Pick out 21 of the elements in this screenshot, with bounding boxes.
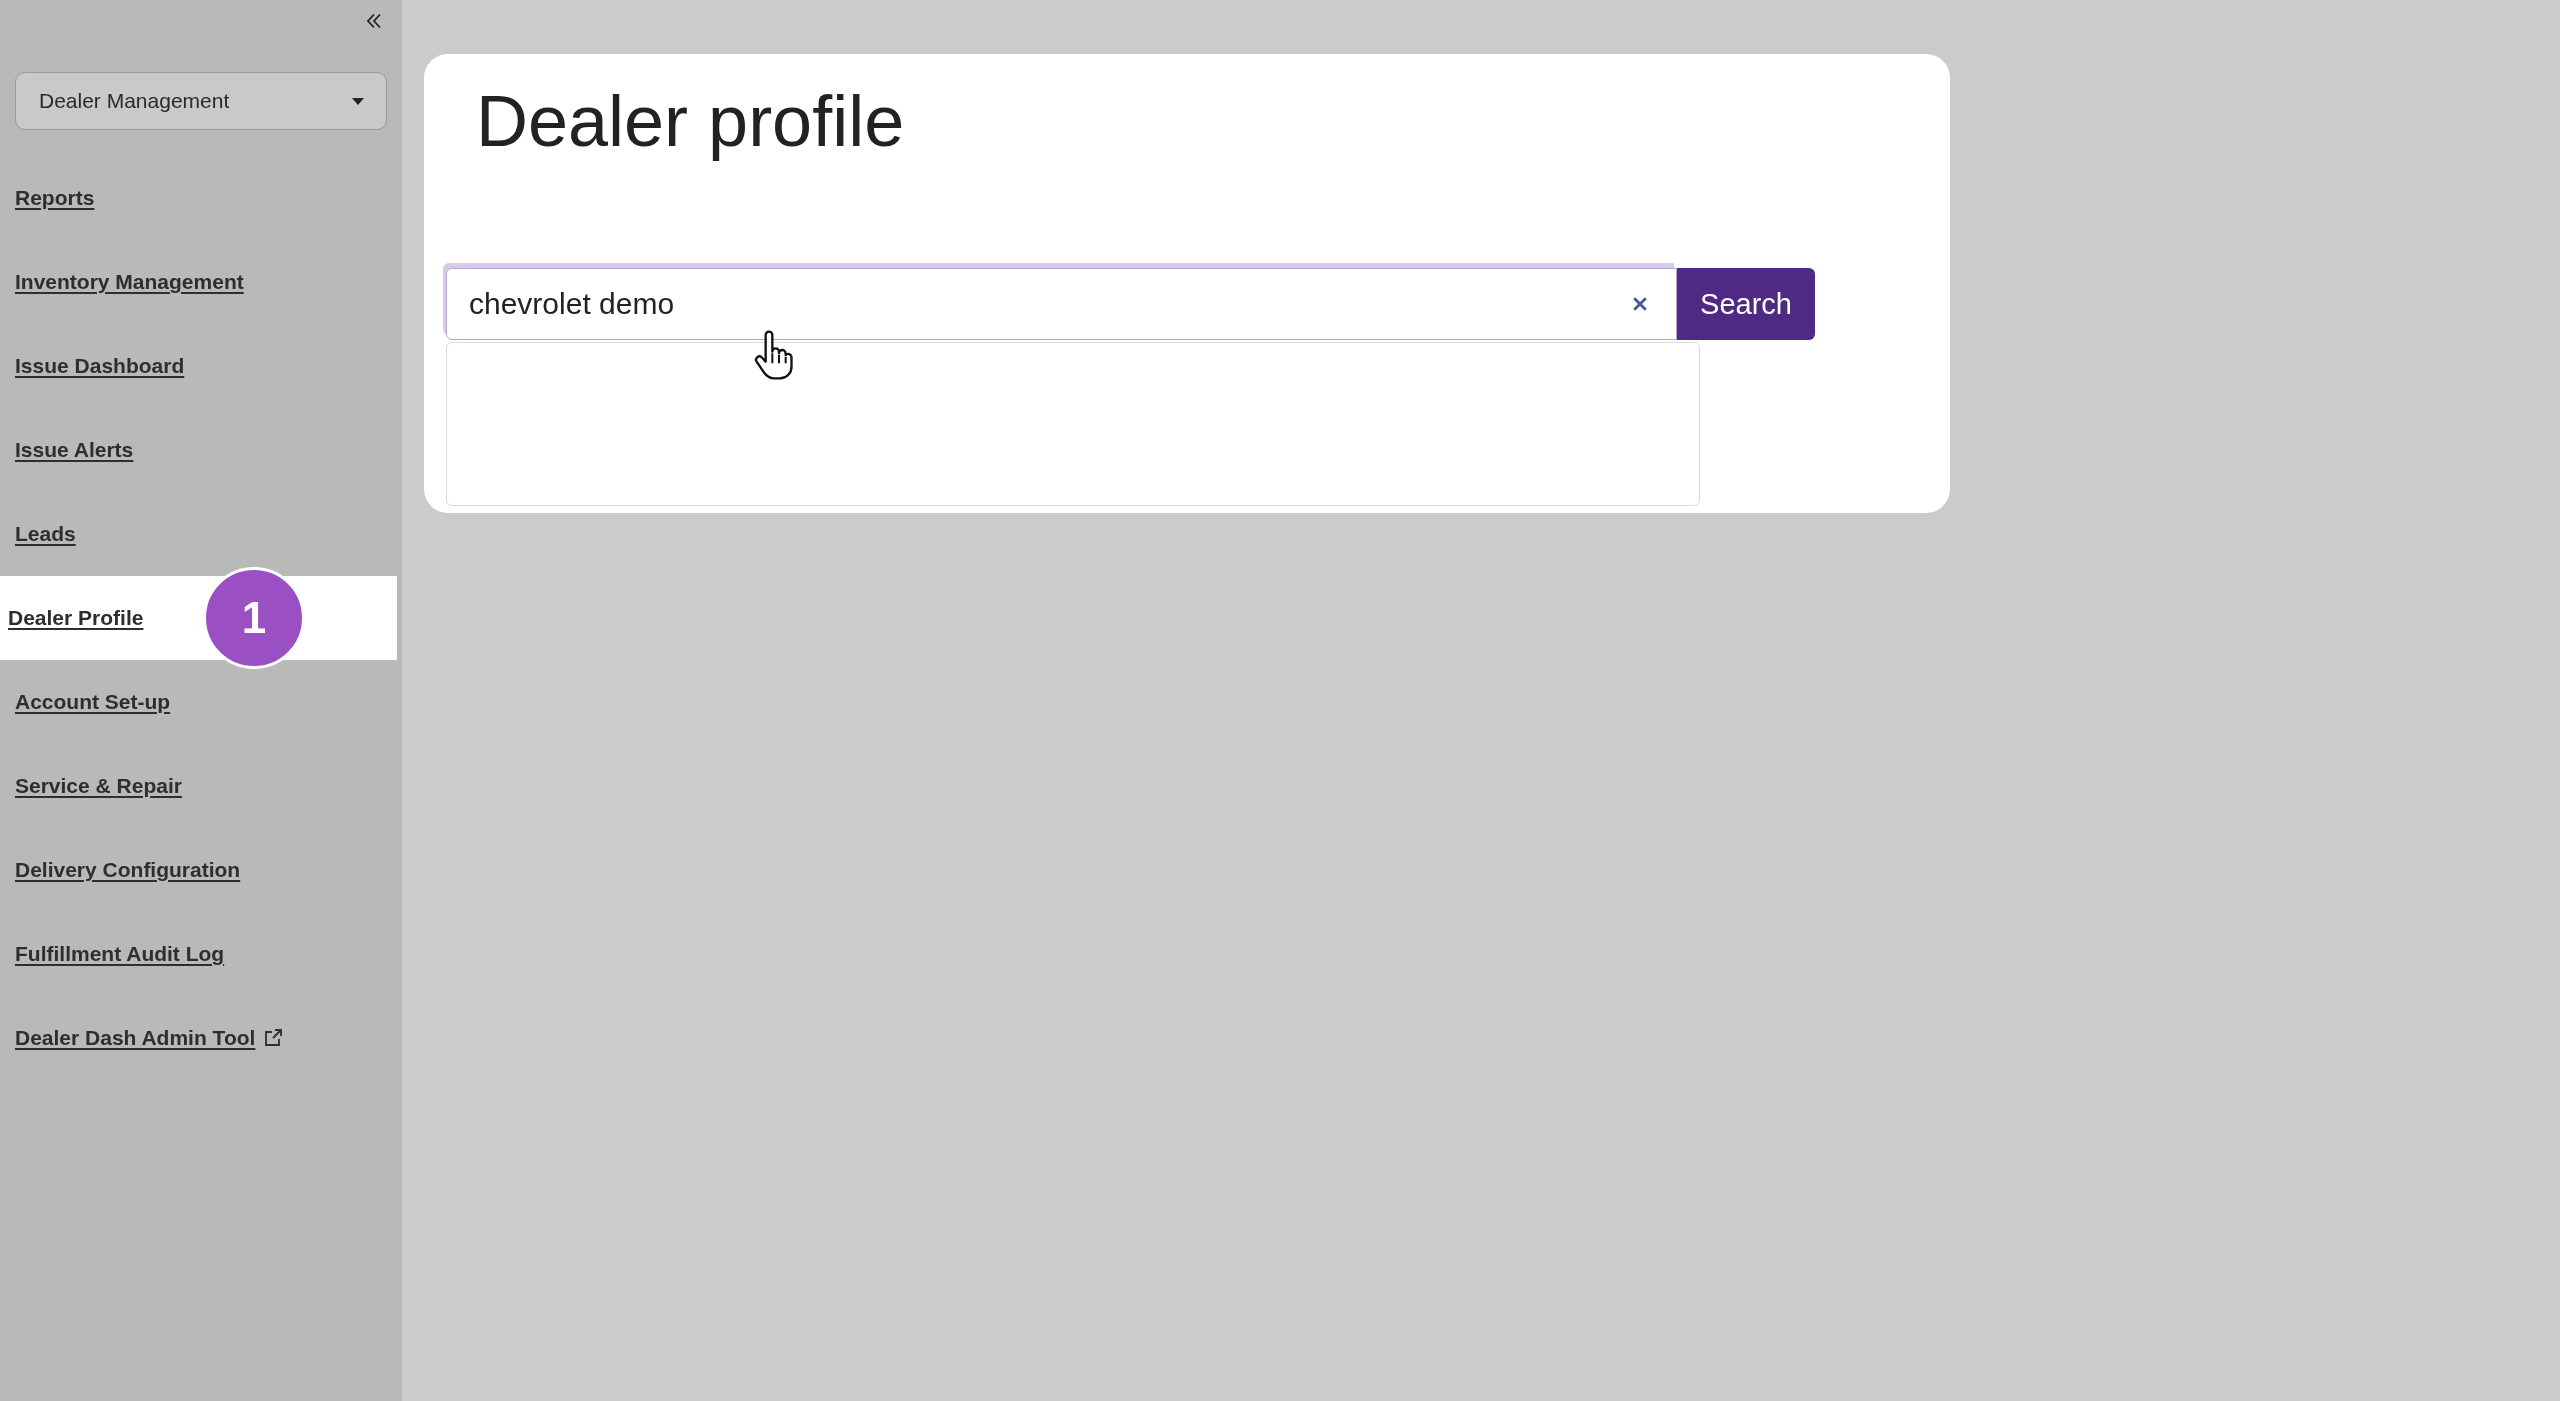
- double-chevron-left-icon: [366, 13, 382, 29]
- sidebar-link[interactable]: Dealer Dash Admin Tool: [15, 1026, 284, 1050]
- caret-down-icon: [352, 97, 364, 105]
- clear-icon: [1633, 297, 1647, 311]
- search-button[interactable]: Search: [1677, 268, 1815, 340]
- sidebar-link[interactable]: Delivery Configuration: [15, 858, 241, 882]
- step-marker: 1: [203, 567, 305, 669]
- sidebar-link[interactable]: Issue Dashboard: [15, 354, 185, 378]
- search-field[interactable]: chevrolet demo: [446, 268, 1677, 340]
- sidebar-link[interactable]: Issue Alerts: [15, 438, 134, 462]
- hand-cursor-icon: [754, 330, 794, 380]
- section-dropdown[interactable]: Dealer Management: [15, 72, 387, 130]
- sidebar-link[interactable]: Fulfillment Audit Log: [15, 942, 225, 966]
- sidebar-link[interactable]: Leads: [15, 522, 76, 546]
- sidebar-link[interactable]: Reports: [15, 186, 95, 210]
- page-title: Dealer profile: [476, 80, 905, 163]
- sidebar-link[interactable]: Account Set-up: [15, 690, 171, 714]
- sidebar-link[interactable]: Service & Repair: [15, 774, 182, 798]
- sidebar-link[interactable]: Inventory Management: [15, 270, 244, 294]
- clear-button[interactable]: [1633, 297, 1647, 311]
- collapse-sidebar-button[interactable]: [366, 13, 382, 29]
